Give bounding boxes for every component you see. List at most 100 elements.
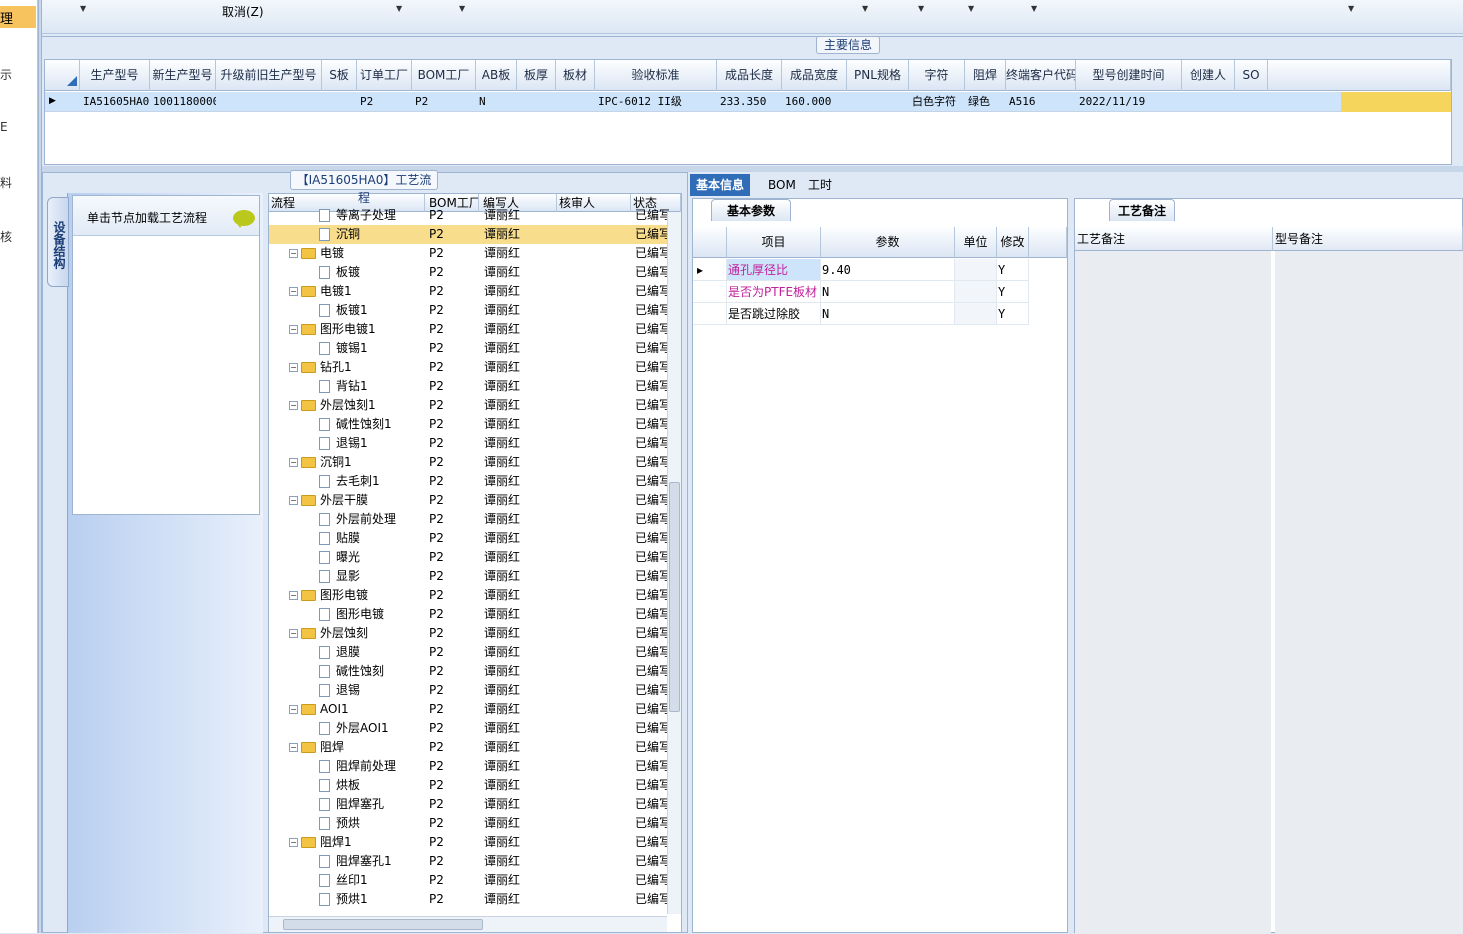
tab-basic-info[interactable]: 基本信息 xyxy=(690,174,751,196)
tree-node[interactable]: − 沉铜1 P2 谭丽红 已编写 xyxy=(269,453,669,472)
column-header[interactable]: 成品宽度 xyxy=(782,60,847,91)
dropdown-arrow-icon[interactable]: ▼ xyxy=(396,4,402,13)
tree-node[interactable]: 图形电镀 P2 谭丽红 已编写 xyxy=(269,605,669,624)
tree-node[interactable]: − 外层干膜 P2 谭丽红 已编写 xyxy=(269,491,669,510)
grid-cell[interactable]: P2 xyxy=(357,92,412,112)
grid-cell[interactable] xyxy=(517,92,556,112)
collapse-icon[interactable]: − xyxy=(289,705,298,714)
dropdown-arrow-icon[interactable]: ▼ xyxy=(80,4,86,13)
collapse-icon[interactable]: − xyxy=(289,287,298,296)
column-header[interactable]: 升级前旧生产型号 xyxy=(216,60,322,91)
param-mod-cell[interactable]: Y xyxy=(997,303,1029,325)
model-notes-textarea[interactable] xyxy=(1275,251,1463,934)
param-mod-cell[interactable]: Y xyxy=(997,281,1029,303)
collapse-icon[interactable]: − xyxy=(289,629,298,638)
tree-node[interactable]: − 外层蚀刻1 P2 谭丽红 已编写 xyxy=(269,396,669,415)
tree-node[interactable]: 退锡 P2 谭丽红 已编写 xyxy=(269,681,669,700)
nav-item-3[interactable]: 料 xyxy=(0,174,12,191)
tree-node[interactable]: 阻焊塞孔1 P2 谭丽红 已编写 xyxy=(269,852,669,871)
nav-item-4[interactable]: 核 xyxy=(0,228,12,245)
params-column-header[interactable]: 修改 xyxy=(997,227,1029,258)
tree-node[interactable]: 板镀 P2 谭丽红 已编写 xyxy=(269,263,669,282)
column-header[interactable]: AB板 xyxy=(476,60,517,91)
grid-cell[interactable]: IPC-6012 II级 xyxy=(595,92,717,112)
collapse-icon[interactable]: − xyxy=(289,838,298,847)
grid-cell[interactable] xyxy=(1235,92,1268,112)
tree-node[interactable]: 外层AOI1 P2 谭丽红 已编写 xyxy=(269,719,669,738)
tree-node[interactable]: 贴膜 P2 谭丽红 已编写 xyxy=(269,529,669,548)
dropdown-arrow-icon[interactable]: ▼ xyxy=(1348,4,1354,13)
tree-node[interactable]: 阻焊塞孔 P2 谭丽红 已编写 xyxy=(269,795,669,814)
tree-vertical-scrollbar[interactable] xyxy=(667,212,681,914)
row-indicator[interactable] xyxy=(693,281,727,303)
param-item-cell[interactable]: 通孔厚径比 xyxy=(727,259,821,281)
row-indicator[interactable] xyxy=(693,303,727,325)
grid-cell[interactable]: 白色字符 xyxy=(909,92,965,112)
tab-equipment-structure[interactable]: 设备结构 xyxy=(47,197,69,287)
tree-node[interactable]: − 阻焊 P2 谭丽红 已编写 xyxy=(269,738,669,757)
scroll-thumb[interactable] xyxy=(669,482,680,712)
dropdown-arrow-icon[interactable]: ▼ xyxy=(968,4,974,13)
params-column-header[interactable]: 单位 xyxy=(955,227,997,258)
tree-node[interactable]: 曝光 P2 谭丽红 已编写 xyxy=(269,548,669,567)
tree-node[interactable]: 显影 P2 谭丽红 已编写 xyxy=(269,567,669,586)
dropdown-arrow-icon[interactable]: ▼ xyxy=(459,4,465,13)
tree-node[interactable]: − 外层蚀刻 P2 谭丽红 已编写 xyxy=(269,624,669,643)
tab-process-notes[interactable]: 工艺备注 xyxy=(1109,199,1175,221)
tree-node[interactable]: 镀锡1 P2 谭丽红 已编写 xyxy=(269,339,669,358)
params-column-header[interactable]: 参数 xyxy=(821,227,955,258)
grid-cell[interactable]: 2022/11/19 xyxy=(1076,92,1182,112)
collapse-icon[interactable]: − xyxy=(289,363,298,372)
column-header[interactable]: 型号创建时间 xyxy=(1076,60,1182,91)
tree-node[interactable]: 沉铜 P2 谭丽红 已编写 xyxy=(269,225,669,244)
params-column-header[interactable]: 项目 xyxy=(727,227,821,258)
column-header[interactable]: 新生产型号 xyxy=(150,60,216,91)
grid-cell[interactable] xyxy=(1182,92,1235,112)
tree-node[interactable]: − 阻焊1 P2 谭丽红 已编写 xyxy=(269,833,669,852)
collapse-icon[interactable]: − xyxy=(289,591,298,600)
process-notes-textarea[interactable] xyxy=(1075,251,1271,934)
tree-node[interactable]: 背钻1 P2 谭丽红 已编写 xyxy=(269,377,669,396)
tree-node[interactable]: 退锡1 P2 谭丽红 已编写 xyxy=(269,434,669,453)
collapse-icon[interactable]: − xyxy=(289,496,298,505)
column-header[interactable]: 创建人 xyxy=(1182,60,1235,91)
tree-node[interactable]: 退膜 P2 谭丽红 已编写 xyxy=(269,643,669,662)
param-value-cell[interactable]: N xyxy=(821,303,955,325)
tree-node[interactable]: 预烘 P2 谭丽红 已编写 xyxy=(269,814,669,833)
grid-cell[interactable]: N xyxy=(476,92,517,112)
dropdown-arrow-icon[interactable]: ▼ xyxy=(918,4,924,13)
tree-node[interactable]: − 钻孔1 P2 谭丽红 已编写 xyxy=(269,358,669,377)
column-header[interactable]: 板厚 xyxy=(517,60,556,91)
nav-item-2[interactable]: E xyxy=(0,120,8,134)
dropdown-arrow-icon[interactable]: ▼ xyxy=(862,4,868,13)
param-value-cell[interactable]: N xyxy=(821,281,955,303)
grid-cell[interactable] xyxy=(556,92,595,112)
tree-node[interactable]: 预烘1 P2 谭丽红 已编写 xyxy=(269,890,669,909)
grid-cell[interactable]: P2 xyxy=(412,92,476,112)
grid-cell[interactable] xyxy=(322,92,357,112)
param-unit-cell[interactable] xyxy=(955,303,997,325)
tab-work-hours[interactable]: 工时 xyxy=(802,174,838,196)
tree-horizontal-scrollbar[interactable] xyxy=(269,916,667,932)
column-header[interactable]: 验收标准 xyxy=(595,60,717,91)
tree-node[interactable]: 阻焊前处理 P2 谭丽红 已编写 xyxy=(269,757,669,776)
param-value-cell[interactable]: 9.40 xyxy=(821,259,955,281)
row-indicator[interactable]: ▸ xyxy=(693,259,727,281)
tab-bom[interactable]: BOM xyxy=(762,174,802,196)
scroll-thumb[interactable] xyxy=(283,919,483,930)
column-header[interactable]: SO xyxy=(1235,60,1268,91)
grid-cell[interactable]: IA51605HA0 xyxy=(80,92,150,112)
tree-node[interactable]: 板镀1 P2 谭丽红 已编写 xyxy=(269,301,669,320)
column-header[interactable]: BOM工厂 xyxy=(412,60,476,91)
collapse-icon[interactable]: − xyxy=(289,249,298,258)
tree-node[interactable]: 等离子处理 P2 谭丽红 已编写 xyxy=(269,206,669,225)
param-unit-cell[interactable] xyxy=(955,259,997,281)
tree-node[interactable]: − AOI1 P2 谭丽红 已编写 xyxy=(269,700,669,719)
column-header[interactable]: 订单工厂 xyxy=(357,60,412,91)
collapse-icon[interactable]: − xyxy=(289,325,298,334)
tree-node[interactable]: − 电镀 P2 谭丽红 已编写 xyxy=(269,244,669,263)
collapse-icon[interactable]: − xyxy=(289,458,298,467)
column-header[interactable]: 板材 xyxy=(556,60,595,91)
grid-cell[interactable]: 233.350 xyxy=(717,92,782,112)
nav-item-1[interactable]: 示 xyxy=(0,66,12,83)
